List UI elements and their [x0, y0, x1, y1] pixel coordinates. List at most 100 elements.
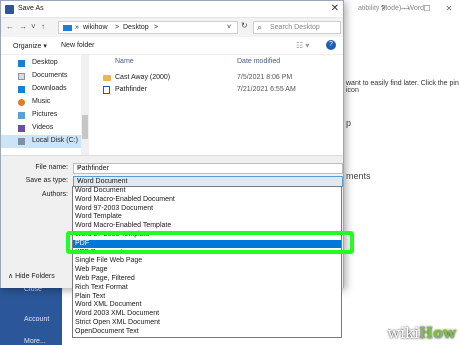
- videos-icon: [18, 125, 25, 132]
- table-row[interactable]: Cast Away (2000) 7/5/2021 8:06 PM: [89, 72, 343, 84]
- nav-item-local-disk[interactable]: Local Disk (C:): [1, 135, 81, 148]
- refresh-icon[interactable]: ↻: [241, 21, 248, 30]
- dialog-titlebar: Save As ✕: [1, 1, 343, 18]
- address-bar[interactable]: » wikihow > Desktop > ˅: [58, 21, 238, 34]
- sidebar-item-more[interactable]: More...: [24, 338, 46, 345]
- search-input[interactable]: ⌕ Search Desktop: [253, 21, 341, 34]
- dropdown-option[interactable]: Rich Text Format: [73, 284, 341, 292]
- breadcrumb-wikihow[interactable]: wikihow: [83, 24, 108, 31]
- navigation-pane: Desktop Documents Downloads Music Pictur…: [1, 55, 89, 155]
- option-label: Word Macro-Enabled Template: [75, 222, 172, 230]
- nav-item-videos[interactable]: Videos: [1, 122, 81, 135]
- option-label: Plain Text: [75, 292, 106, 300]
- column-header-name[interactable]: Name: [115, 58, 134, 65]
- nav-item-label: Desktop: [32, 59, 58, 66]
- desktop-icon: [18, 60, 25, 67]
- nav-item-label: Local Disk (C:): [32, 137, 78, 144]
- search-icon: ⌕: [257, 22, 263, 32]
- nav-item-desktop[interactable]: Desktop: [1, 57, 81, 70]
- command-bar: Organize ▾ New folder ☷ ▾ ?: [1, 37, 343, 55]
- dropdown-option[interactable]: Web Page, Filtered: [73, 275, 341, 283]
- organize-button[interactable]: Organize ▾: [13, 42, 47, 50]
- documents-icon: [18, 73, 25, 80]
- wikihow-watermark: wiki How: [387, 324, 456, 342]
- window-controls: ? — ☐ ✕: [372, 0, 460, 18]
- nav-item-label: Videos: [32, 124, 54, 131]
- file-list: Name Date modified Cast Away (2000) 7/5/…: [89, 55, 343, 155]
- file-date: 7/5/2021 8:06 PM: [237, 74, 293, 81]
- watermark-how: How: [418, 324, 456, 342]
- column-header-date[interactable]: Date modified: [237, 58, 280, 65]
- forward-arrow-icon[interactable]: →: [19, 22, 27, 31]
- nav-item-label: Downloads: [32, 85, 67, 92]
- breadcrumb-root: »: [75, 24, 79, 31]
- folder-icon: [63, 25, 72, 31]
- nav-item-label: Music: [32, 98, 51, 105]
- help-icon[interactable]: ?: [372, 0, 394, 18]
- dropdown-option[interactable]: Word 97-2003 Document: [73, 205, 341, 213]
- minimize-icon[interactable]: —: [394, 0, 416, 18]
- folder-icon: [103, 75, 111, 81]
- help-icon[interactable]: ?: [326, 40, 336, 50]
- option-label: Word Template: [75, 213, 122, 221]
- sidebar-item-account[interactable]: Account: [24, 316, 49, 323]
- dropdown-option[interactable]: Word 2003 XML Document: [73, 310, 341, 318]
- backstage-hint-text: want to easily find later. Click the pin…: [346, 80, 459, 94]
- dropdown-option[interactable]: Plain Text: [73, 293, 341, 301]
- chevron-down-icon[interactable]: ˅: [77, 165, 339, 172]
- dropdown-option[interactable]: Word Template: [73, 213, 341, 221]
- breadcrumb-desktop[interactable]: Desktop: [123, 24, 149, 31]
- chevron-down-icon[interactable]: ˅: [77, 178, 339, 185]
- back-arrow-icon[interactable]: ←: [6, 22, 14, 31]
- option-label: Word XML Document: [75, 301, 142, 309]
- dropdown-option[interactable]: Word Macro-Enabled Document: [73, 196, 341, 204]
- file-name: Cast Away (2000): [115, 74, 171, 81]
- navigation-scrollbar[interactable]: [81, 55, 89, 155]
- close-icon[interactable]: ✕: [331, 3, 339, 14]
- dropdown-option[interactable]: Word Document: [73, 187, 341, 195]
- view-options-icon[interactable]: ☷ ▾: [296, 41, 309, 50]
- pictures-icon: [18, 112, 25, 119]
- option-label: Word 97-2003 Document: [75, 204, 154, 212]
- dropdown-option[interactable]: Strict Open XML Document: [73, 319, 341, 327]
- option-label: Web Page: [75, 266, 108, 274]
- dropdown-option[interactable]: Word Macro-Enabled Template: [73, 222, 341, 230]
- nav-item-music[interactable]: Music: [1, 96, 81, 109]
- option-label: Single File Web Page: [75, 257, 143, 265]
- option-label: Word Document: [75, 187, 126, 194]
- new-folder-button[interactable]: New folder: [61, 42, 94, 49]
- nav-item-label: Documents: [32, 72, 68, 79]
- table-row[interactable]: Pathfinder 7/21/2021 6:55 AM: [89, 84, 343, 96]
- music-icon: [18, 99, 25, 106]
- close-icon[interactable]: ✕: [438, 0, 460, 18]
- file-type-dropdown-list: Word Document Word Macro-Enabled Documen…: [72, 186, 342, 338]
- dialog-title: Save As: [18, 5, 44, 12]
- nav-item-documents[interactable]: Documents: [1, 70, 81, 83]
- nav-item-label: Pictures: [32, 111, 58, 118]
- search-placeholder: Search Desktop: [270, 24, 320, 31]
- save-as-type-label: Save as type:: [25, 177, 68, 184]
- dropdown-option[interactable]: Word XML Document: [73, 301, 341, 309]
- scrollbar-thumb[interactable]: [82, 115, 88, 139]
- address-row: ← → ˅ ↑ » wikihow > Desktop > ˅ ↻ ⌕ Sear…: [1, 18, 343, 37]
- maximize-icon[interactable]: ☐: [416, 0, 438, 18]
- dropdown-option[interactable]: OpenDocument Text: [73, 328, 341, 336]
- dropdown-option[interactable]: Single File Web Page: [73, 257, 341, 265]
- nav-item-downloads[interactable]: Downloads: [1, 83, 81, 96]
- backstage-fragment-2: ments: [346, 171, 371, 181]
- up-arrow-icon[interactable]: ↑: [41, 22, 45, 31]
- drive-icon: [18, 138, 25, 145]
- address-dropdown-icon[interactable]: ˅: [227, 24, 231, 31]
- dropdown-option[interactable]: Web Page: [73, 266, 341, 274]
- option-label: Word 2003 XML Document: [75, 310, 160, 318]
- file-name-field[interactable]: Pathfinder ˅: [73, 163, 343, 174]
- backstage-fragment-1: p: [346, 118, 352, 128]
- nav-item-pictures[interactable]: Pictures: [1, 109, 81, 122]
- word-app-icon: [5, 5, 14, 14]
- file-date: 7/21/2021 6:55 AM: [237, 86, 296, 93]
- recent-chevron-icon[interactable]: ˅: [31, 22, 36, 31]
- file-name: Pathfinder: [115, 86, 147, 93]
- hide-folders-button[interactable]: ∧ Hide Folders: [8, 272, 55, 280]
- authors-label: Authors:: [41, 191, 68, 198]
- file-name-label: File name:: [35, 164, 68, 171]
